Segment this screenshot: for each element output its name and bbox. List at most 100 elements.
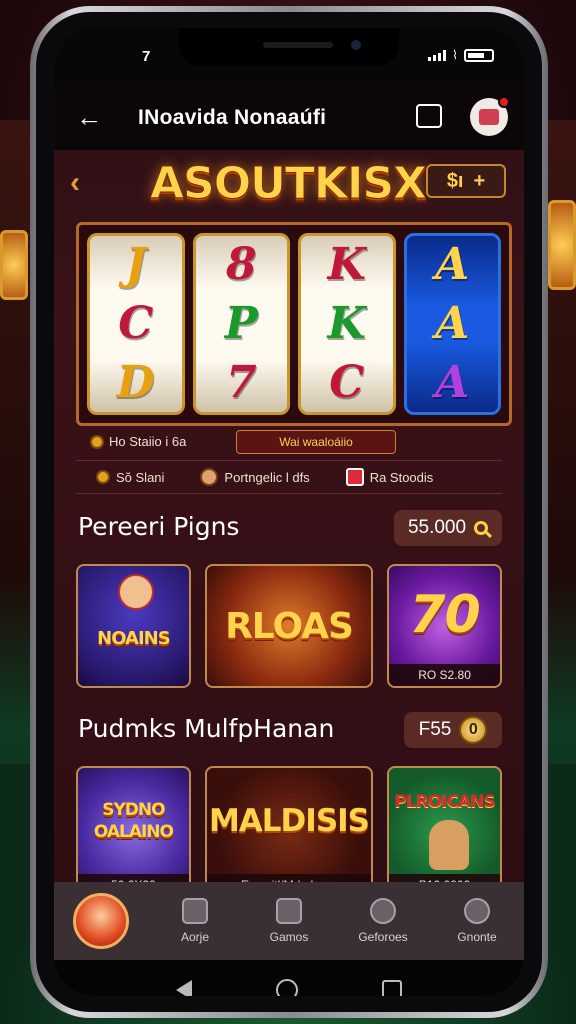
game-card[interactable]: PLROICANS P10 0002	[387, 766, 502, 898]
game-card[interactable]: NOAINS	[76, 564, 191, 688]
reel-2: 8 P 7	[192, 233, 290, 415]
nav-label: Gamos	[269, 930, 309, 944]
option-item[interactable]: Portngelic l dfs	[200, 468, 310, 486]
search-chip[interactable]: 55.000	[394, 510, 502, 546]
game-card-art: 70	[389, 566, 500, 664]
nav-item-games[interactable]: Gamos	[242, 898, 336, 944]
section-heading: Pudmks MulfpHanan	[78, 714, 335, 743]
chevron-left-icon[interactable]: ‹	[70, 166, 80, 200]
games-icon	[276, 898, 302, 924]
game-card-title: SYDNO OALAINO	[93, 799, 174, 842]
person-icon	[464, 898, 490, 924]
reel-symbol: A	[435, 356, 470, 408]
user-avatar	[73, 893, 129, 949]
recents-icon[interactable]	[382, 980, 402, 996]
slot-header: ‹ ASOUTKISX $ı +	[54, 150, 524, 220]
game-card[interactable]: MALDISIS Esrasitl/Mda Loon	[204, 766, 374, 898]
reel-1: J C D	[87, 233, 185, 415]
option-label: Sŏ Slani	[116, 469, 165, 485]
character-icon	[200, 468, 219, 486]
slot-options-row: Sŏ Slani Portngelic l dfs Ra Stoodis	[76, 460, 502, 494]
game-card-title: 70	[409, 585, 480, 645]
reel-symbol: K	[327, 297, 366, 349]
reel-3: K K C	[298, 233, 396, 415]
chip-value: F55	[418, 719, 452, 740]
backdrop-sign	[548, 200, 576, 290]
slot-reels[interactable]: J C D 8 P 7 K K C A A A	[76, 222, 512, 426]
reel-symbol: J	[125, 239, 147, 291]
nav-item-rewards[interactable]: Geforoes	[336, 898, 430, 944]
nav-item-account[interactable]: Gnonte	[430, 898, 524, 944]
game-card-art: MALDISIS	[207, 768, 371, 874]
nav-label: Aorje	[180, 930, 209, 944]
option-item[interactable]: Ra Stoodis	[345, 468, 434, 486]
status-time: 7	[142, 48, 151, 65]
phone-frame: 7 ⌇ ← INoavida Nonaaúfi ‹ ASOUTKISX $ı +…	[30, 6, 548, 1018]
reel-symbol: C	[329, 356, 365, 408]
balance-info: Ho Staiio i 6a	[90, 434, 186, 449]
nav-profile[interactable]	[54, 893, 148, 949]
option-item[interactable]: Sŏ Slani	[96, 470, 164, 485]
slot-game-title: ASOUTKISX	[150, 158, 428, 210]
coin-icon	[90, 434, 104, 449]
reel-4: A A A	[403, 233, 501, 415]
game-card-footer: RO S2.80	[389, 664, 500, 686]
nav-label: Gnonte	[457, 930, 497, 944]
dice-icon	[345, 468, 364, 486]
reel-symbol: D	[116, 356, 155, 408]
game-card-art: RLOAS	[207, 566, 371, 686]
app-title: INoavida Nonaaúfi	[138, 106, 327, 129]
nav-label: Geforoes	[358, 930, 408, 944]
reel-symbol: C	[118, 297, 154, 349]
game-card-title: NOAINS	[97, 627, 171, 649]
system-nav-bar	[54, 960, 524, 996]
add-coins-button[interactable]: $ı +	[426, 164, 506, 198]
reel-symbol: A	[435, 297, 470, 349]
battery-icon	[464, 48, 494, 62]
app-bar: ← INoavida Nonaaúfi	[54, 84, 524, 150]
game-card-art: SYDNO OALAINO	[78, 768, 189, 874]
coin-chip[interactable]: F55 0	[404, 712, 502, 748]
nav-item-home[interactable]: Aorje	[148, 898, 242, 944]
game-card[interactable]: SYDNO OALAINO 50 2X20	[76, 766, 191, 898]
character-avatar	[118, 574, 154, 610]
chip-value: 55.000	[407, 517, 467, 538]
game-card[interactable]: 70 RO S2.80	[387, 564, 502, 688]
section-heading: Pereeri Pigns	[78, 512, 240, 541]
search-icon	[474, 521, 489, 535]
notification-dot	[498, 96, 510, 108]
chip-icon	[370, 898, 396, 924]
home-button-icon[interactable]	[276, 979, 298, 996]
game-card-title: MALDISIS	[208, 803, 370, 839]
slot-info-row: Ho Staiio i 6a Wai waaloáiio	[76, 428, 502, 458]
balance-label: Ho Staiio i 6a	[109, 434, 187, 449]
wifi-icon: ⌇	[452, 48, 458, 62]
bottom-nav: Aorje Gamos Geforoes Gnonte	[54, 882, 524, 960]
game-card[interactable]: RLOAS	[204, 564, 374, 688]
option-label: Ra Stoodis	[369, 469, 434, 485]
plus-icon: +	[473, 169, 486, 192]
backdrop-sign	[0, 230, 28, 300]
camera-notch	[179, 28, 399, 66]
message-icon[interactable]	[416, 104, 442, 128]
profile-avatar[interactable]	[470, 96, 510, 136]
option-label: Portngelic l dfs	[224, 469, 310, 485]
game-cards-row: NOAINS RLOAS 70 RO S2.80	[76, 564, 502, 688]
character-figure	[429, 820, 470, 870]
game-cards-row: SYDNO OALAINO 50 2X20 MALDISIS Esrasitl/…	[76, 766, 502, 898]
back-icon[interactable]	[176, 980, 192, 996]
reel-symbol: K	[327, 239, 366, 291]
coin-icon: 0	[459, 716, 488, 744]
reel-symbol: P	[224, 297, 258, 349]
signal-icon	[428, 49, 447, 61]
win-banner[interactable]: Wai waaloáiio	[236, 430, 396, 454]
game-card-title: RLOAS	[225, 605, 354, 647]
reel-symbol: 7	[225, 356, 257, 408]
game-card-title: PLROICANS	[394, 792, 495, 812]
coin-chip-label: $ı	[446, 169, 464, 192]
home-icon	[182, 898, 208, 924]
coin-icon	[96, 470, 110, 484]
app-screen: 7 ⌇ ← INoavida Nonaaúfi ‹ ASOUTKISX $ı +…	[54, 28, 524, 996]
reel-symbol: A	[435, 239, 470, 291]
back-arrow-icon[interactable]: ←	[76, 102, 102, 133]
